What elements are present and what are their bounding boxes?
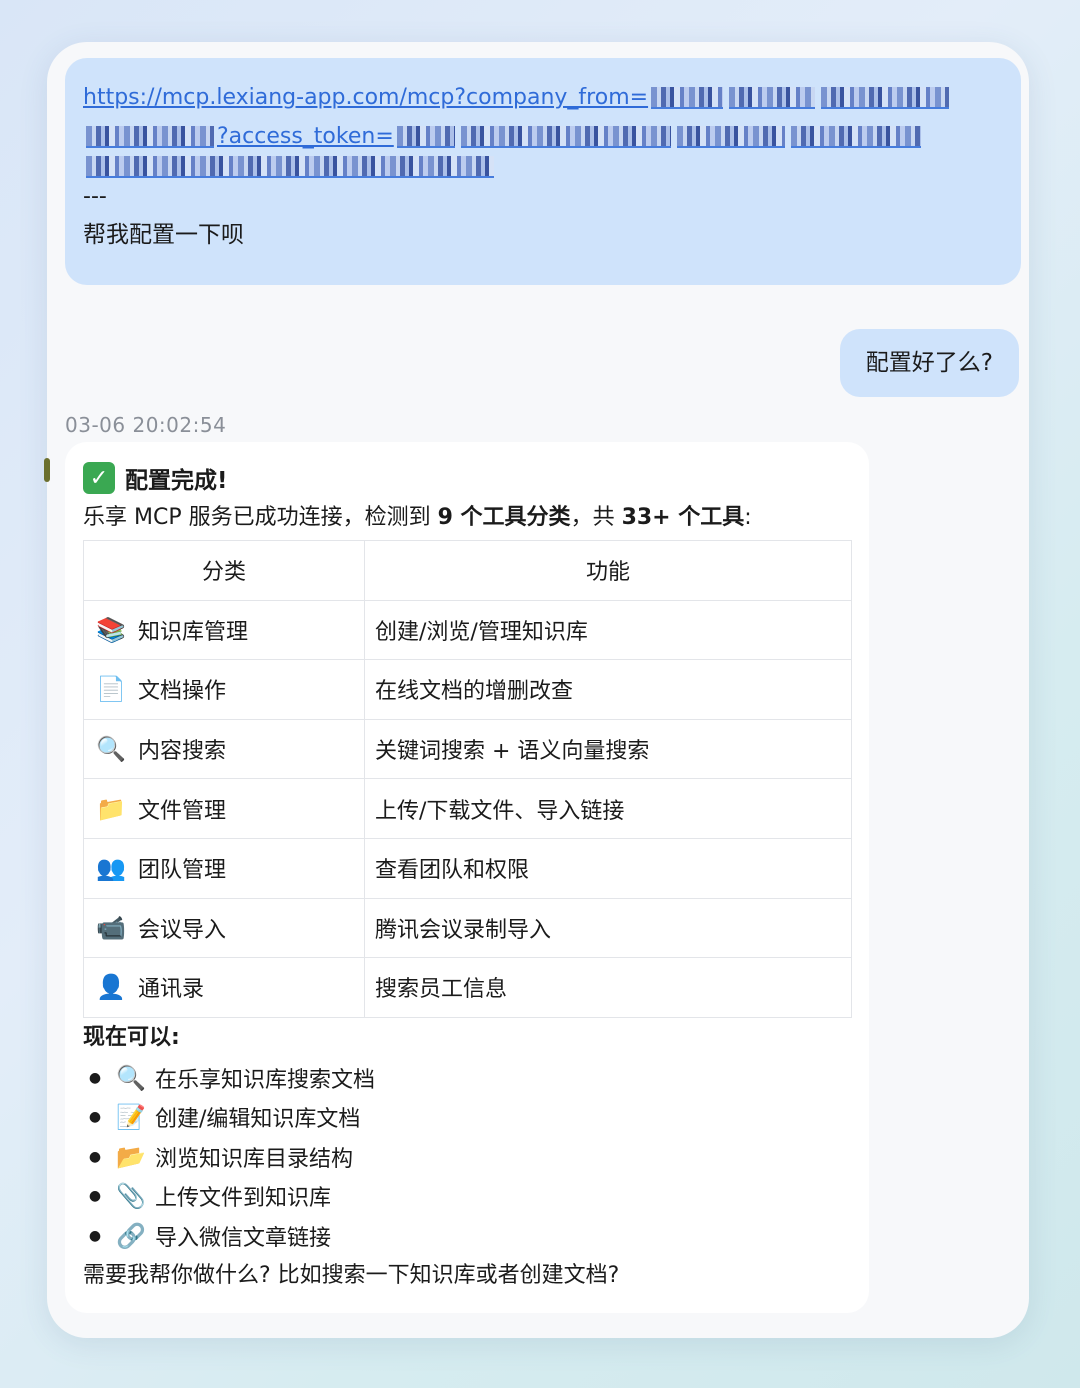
category-label: 文档操作 <box>138 679 227 705</box>
redacted-text <box>790 125 921 148</box>
function-cell: 关键词搜索 + 语义向量搜索 <box>364 718 852 780</box>
link-icon: 🔗 <box>116 1221 146 1250</box>
function-cell: 在线文档的增删改查 <box>364 659 852 720</box>
user-message-bubble: https://mcp.lexiang-app.com/mcp?company_… <box>65 58 1021 285</box>
team-icon: 👥 <box>96 854 126 883</box>
open-folder-icon: 📂 <box>116 1142 146 1171</box>
bullet-icon: ● <box>88 1148 102 1165</box>
table-row: 🔍 内容搜索 关键词搜索 + 语义向量搜索 <box>83 718 852 780</box>
bullet-icon: ● <box>88 1069 102 1086</box>
reply-summary: 乐享 MCP 服务已成功连接，检测到 9 个工具分类，共 33+ 个工具: <box>83 500 851 536</box>
message-timestamp: 03-06 20:02:54 <box>65 413 227 437</box>
memo-icon: 📝 <box>116 1103 146 1132</box>
function-cell: 创建/浏览/管理知识库 <box>364 599 852 661</box>
capabilities-list: ● 🔍 在乐享知识库搜索文档 ● 📝 创建/编辑知识库文档 ● 📂 浏览知识库目录结构 ● 📎 上传文… <box>83 1058 851 1256</box>
category-label: 会议导入 <box>138 917 227 943</box>
capability-text: 导入微信文章链接 <box>155 1225 332 1251</box>
url-link-line-2[interactable]: ?access_token= <box>83 117 1003 156</box>
capability-text: 浏览知识库目录结构 <box>155 1146 354 1172</box>
avatar-edge <box>44 458 50 482</box>
request-text: 帮我配置一下呗 <box>83 222 244 248</box>
redacted-text <box>396 125 455 148</box>
magnifier-icon: 🔍 <box>96 735 126 764</box>
table-row: 📄 文档操作 在线文档的增删改查 <box>83 659 852 720</box>
category-label: 知识库管理 <box>138 619 249 645</box>
bullet-icon: ● <box>88 1227 102 1244</box>
closing-question: 需要我帮你做什么? 比如搜索一下知识库或者创建文档? <box>83 1262 620 1288</box>
category-cell: 👥 团队管理 <box>83 837 365 899</box>
list-item: ● 🔗 导入微信文章链接 <box>83 1216 851 1256</box>
bullet-icon: ● <box>88 1109 102 1126</box>
list-item: ● 📝 创建/编辑知识库文档 <box>83 1097 851 1137</box>
list-item: ● 🔍 在乐享知识库搜索文档 <box>83 1058 851 1098</box>
list-item: ● 📂 浏览知识库目录结构 <box>83 1137 851 1177</box>
table-row: 📁 文件管理 上传/下载文件、导入链接 <box>83 778 852 839</box>
video-camera-icon: 📹 <box>96 913 126 942</box>
bullet-icon: ● <box>88 1188 102 1205</box>
url-link-line-3[interactable] <box>83 156 1003 178</box>
list-item: ● 📎 上传文件到知识库 <box>83 1177 851 1217</box>
capability-text: 上传文件到知识库 <box>155 1186 332 1212</box>
capability-text: 创建/编辑知识库文档 <box>155 1107 361 1133</box>
summary-tool-count: 33+ 个工具 <box>621 505 745 530</box>
category-label: 内容搜索 <box>138 739 227 765</box>
folder-icon: 📁 <box>96 794 126 823</box>
table-row: 📚 知识库管理 创建/浏览/管理知识库 <box>83 599 852 661</box>
summary-text: : <box>744 505 752 530</box>
category-cell: 📄 文档操作 <box>83 659 365 720</box>
category-cell: 👤 通讯录 <box>83 957 365 1018</box>
table-header-row: 分类 功能 <box>83 540 852 601</box>
category-label: 团队管理 <box>138 858 227 884</box>
chat-window: https://mcp.lexiang-app.com/mcp?company_… <box>44 42 1029 1338</box>
redacted-text <box>676 125 785 148</box>
function-cell: 上传/下载文件、导入链接 <box>364 778 852 839</box>
function-cell: 腾讯会议录制导入 <box>364 897 852 959</box>
url-link-line-1[interactable]: https://mcp.lexiang-app.com/mcp?company_… <box>83 78 1003 117</box>
magnifier-icon: 🔍 <box>116 1063 146 1092</box>
table-row: 👤 通讯录 搜索员工信息 <box>83 957 852 1018</box>
tool-category-table: 分类 功能 📚 知识库管理 创建/浏览/管理知识库 📄 文档操作 在线文档的增删改查 🔍 内容… <box>83 540 852 1018</box>
redacted-text <box>86 156 494 178</box>
redacted-text <box>651 86 724 109</box>
user-followup-bubble: 配置好了么? <box>839 329 1019 397</box>
assistant-reply-bubble: ✓ 配置完成! 乐享 MCP 服务已成功连接，检测到 9 个工具分类，共 33+… <box>65 442 869 1313</box>
category-label: 通讯录 <box>138 977 205 1003</box>
url-link[interactable]: https://mcp.lexiang-app.com/mcp?company_… <box>83 78 648 117</box>
category-cell: 📹 会议导入 <box>83 897 365 959</box>
separator-text: --- <box>83 184 107 209</box>
summary-text: 乐享 MCP 服务已成功连接，检测到 <box>83 505 438 530</box>
table-row: 👥 团队管理 查看团队和权限 <box>83 837 852 899</box>
person-icon: 👤 <box>96 973 126 1002</box>
category-cell: 📁 文件管理 <box>83 778 365 839</box>
redacted-text <box>460 125 671 148</box>
capability-text: 在乐享知识库搜索文档 <box>155 1067 376 1093</box>
reply-title: 配置完成! <box>125 468 228 494</box>
check-mark-icon: ✓ <box>83 462 115 494</box>
table-row: 📹 会议导入 腾讯会议录制导入 <box>83 897 852 959</box>
column-header-function: 功能 <box>364 540 852 601</box>
document-icon: 📄 <box>96 675 126 704</box>
summary-category-count: 9 个工具分类 <box>437 505 571 530</box>
url-link-token[interactable]: ?access_token= <box>217 117 394 156</box>
column-header-category: 分类 <box>83 540 365 601</box>
followup-text: 配置好了么? <box>865 350 993 376</box>
category-cell: 🔍 内容搜索 <box>83 718 365 780</box>
function-cell: 查看团队和权限 <box>364 837 852 899</box>
paperclip-icon: 📎 <box>116 1182 146 1211</box>
reply-title-row: ✓ 配置完成! <box>83 456 851 500</box>
category-label: 文件管理 <box>138 798 227 824</box>
redacted-text <box>729 86 816 109</box>
capabilities-title: 现在可以: <box>83 1024 180 1050</box>
function-cell: 搜索员工信息 <box>364 957 852 1018</box>
redacted-text <box>821 86 950 109</box>
books-icon: 📚 <box>96 615 126 644</box>
summary-text: ，共 <box>570 505 622 530</box>
redacted-text <box>86 125 214 148</box>
category-cell: 📚 知识库管理 <box>83 599 365 661</box>
